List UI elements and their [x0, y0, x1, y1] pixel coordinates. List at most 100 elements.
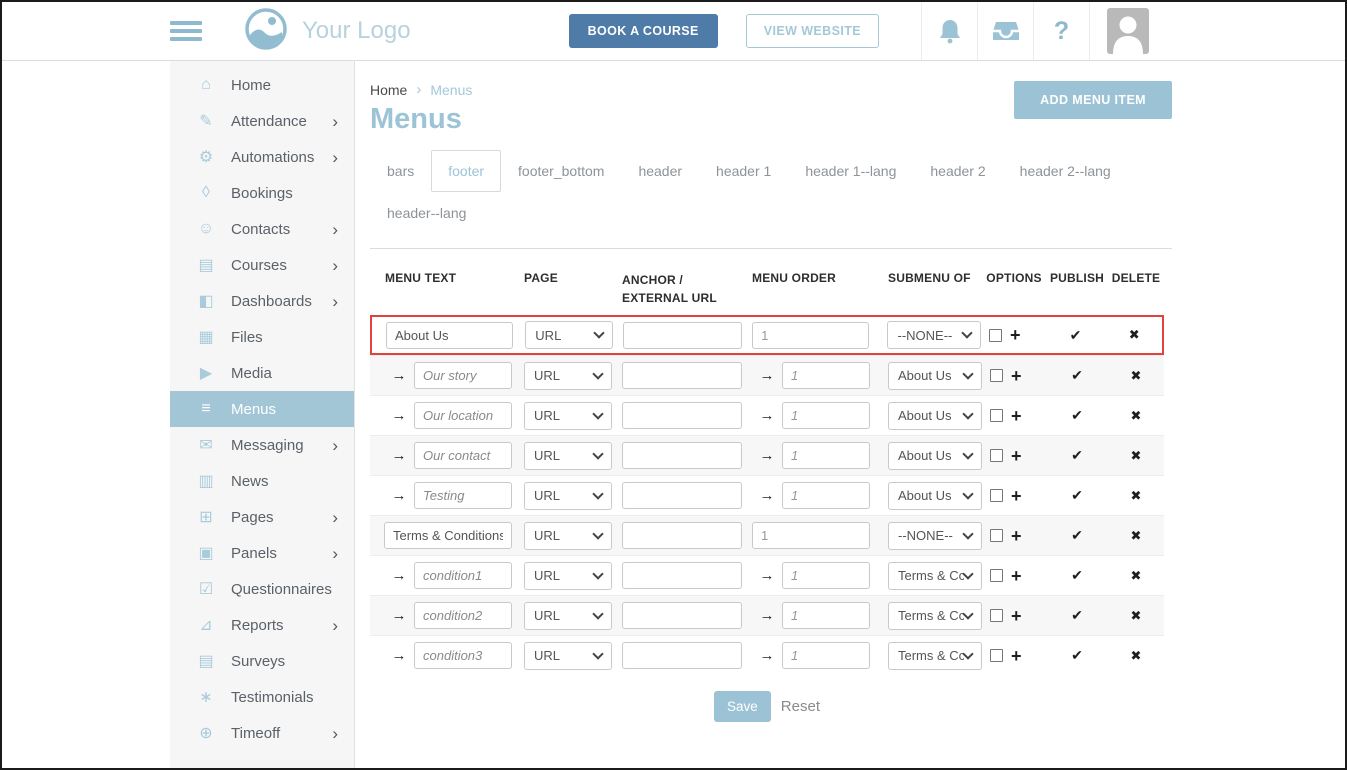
- add-option-icon[interactable]: +: [1011, 527, 1022, 545]
- page-select[interactable]: URL: [524, 482, 612, 510]
- reset-link[interactable]: Reset: [781, 698, 820, 715]
- tab-header-1-lang[interactable]: header 1--lang: [788, 150, 913, 192]
- sidebar-item-questionnaires[interactable]: ☑Questionnaires: [170, 571, 354, 607]
- add-option-icon[interactable]: +: [1011, 607, 1022, 625]
- menu-text-input[interactable]: [414, 642, 512, 669]
- options-checkbox[interactable]: [990, 649, 1003, 662]
- submenu-of-select[interactable]: Terms & Cc: [888, 642, 982, 670]
- anchor-url-input[interactable]: [622, 562, 742, 589]
- tab-header-2-lang[interactable]: header 2--lang: [1003, 150, 1128, 192]
- delete-icon[interactable]: ✖: [1108, 448, 1164, 464]
- delete-icon[interactable]: ✖: [1108, 488, 1164, 504]
- page-select[interactable]: URL: [524, 442, 612, 470]
- save-button[interactable]: Save: [714, 691, 771, 722]
- sidebar-item-media[interactable]: ▶Media: [170, 355, 354, 391]
- add-option-icon[interactable]: +: [1011, 567, 1022, 585]
- tab-header-1[interactable]: header 1: [699, 150, 788, 192]
- hamburger-menu-icon[interactable]: [170, 17, 202, 45]
- anchor-url-input[interactable]: [622, 642, 742, 669]
- sidebar-item-reports[interactable]: ⊿Reports›: [170, 607, 354, 643]
- tab-header[interactable]: header: [621, 150, 699, 192]
- delete-icon[interactable]: ✖: [1108, 528, 1164, 544]
- submenu-of-select[interactable]: About Us: [888, 402, 982, 430]
- anchor-url-input[interactable]: [622, 602, 742, 629]
- tab-header-2[interactable]: header 2: [913, 150, 1002, 192]
- sidebar-item-news[interactable]: ▥News: [170, 463, 354, 499]
- sidebar-item-surveys[interactable]: ▤Surveys: [170, 643, 354, 679]
- submenu-of-select[interactable]: Terms & Cc: [888, 602, 982, 630]
- publish-check-icon[interactable]: ✔: [1046, 367, 1108, 384]
- sidebar-item-home[interactable]: ⌂Home: [170, 67, 354, 103]
- page-select[interactable]: URL: [524, 642, 612, 670]
- publish-check-icon[interactable]: ✔: [1046, 527, 1108, 544]
- tab-footer-bottom[interactable]: footer_bottom: [501, 150, 621, 192]
- page-select[interactable]: URL: [524, 602, 612, 630]
- delete-icon[interactable]: ✖: [1108, 608, 1164, 624]
- menu-text-input[interactable]: [414, 362, 512, 389]
- submenu-of-select[interactable]: Terms & Cc: [888, 562, 982, 590]
- menu-order-input[interactable]: [752, 322, 869, 349]
- menu-order-input[interactable]: [782, 562, 870, 589]
- notifications-bell-icon[interactable]: [921, 2, 977, 60]
- options-checkbox[interactable]: [990, 569, 1003, 582]
- submenu-of-select[interactable]: --NONE--: [887, 321, 980, 349]
- sidebar-item-bookings[interactable]: ◊Bookings: [170, 175, 354, 211]
- menu-order-input[interactable]: [782, 402, 870, 429]
- menu-order-input[interactable]: [752, 522, 870, 549]
- anchor-url-input[interactable]: [622, 402, 742, 429]
- publish-check-icon[interactable]: ✔: [1046, 607, 1108, 624]
- add-option-icon[interactable]: +: [1011, 407, 1022, 425]
- breadcrumb-home-link[interactable]: Home: [370, 82, 407, 98]
- sidebar-item-attendance[interactable]: ✎Attendance›: [170, 103, 354, 139]
- options-checkbox[interactable]: [989, 329, 1002, 342]
- sidebar-item-contacts[interactable]: ☺Contacts›: [170, 211, 354, 247]
- delete-icon[interactable]: ✖: [1108, 408, 1164, 424]
- delete-icon[interactable]: ✖: [1108, 648, 1164, 664]
- options-checkbox[interactable]: [990, 449, 1003, 462]
- page-select[interactable]: URL: [524, 562, 612, 590]
- submenu-of-select[interactable]: About Us: [888, 482, 982, 510]
- publish-check-icon[interactable]: ✔: [1045, 327, 1107, 344]
- delete-icon[interactable]: ✖: [1106, 327, 1162, 343]
- sidebar-item-messaging[interactable]: ✉Messaging›: [170, 427, 354, 463]
- menu-text-input[interactable]: [414, 482, 512, 509]
- menu-text-input[interactable]: [414, 402, 512, 429]
- page-select[interactable]: URL: [525, 321, 613, 349]
- anchor-url-input[interactable]: [622, 482, 742, 509]
- options-checkbox[interactable]: [990, 409, 1003, 422]
- publish-check-icon[interactable]: ✔: [1046, 407, 1108, 424]
- menu-order-input[interactable]: [782, 482, 870, 509]
- anchor-url-input[interactable]: [622, 362, 742, 389]
- anchor-url-input[interactable]: [622, 522, 742, 549]
- options-checkbox[interactable]: [990, 489, 1003, 502]
- menu-text-input[interactable]: [384, 522, 512, 549]
- menu-text-input[interactable]: [414, 562, 512, 589]
- book-a-course-button[interactable]: BOOK A COURSE: [569, 14, 718, 48]
- add-option-icon[interactable]: +: [1011, 367, 1022, 385]
- tab-footer[interactable]: footer: [431, 150, 501, 192]
- anchor-url-input[interactable]: [622, 442, 742, 469]
- options-checkbox[interactable]: [990, 369, 1003, 382]
- help-icon[interactable]: ?: [1033, 2, 1089, 60]
- sidebar-item-automations[interactable]: ⚙Automations›: [170, 139, 354, 175]
- page-select[interactable]: URL: [524, 362, 612, 390]
- menu-text-input[interactable]: [414, 442, 512, 469]
- sidebar-item-panels[interactable]: ▣Panels›: [170, 535, 354, 571]
- sidebar-item-timeoff[interactable]: ⊕Timeoff›: [170, 715, 354, 751]
- sidebar-item-menus[interactable]: ≡Menus: [170, 391, 354, 427]
- tab-bars[interactable]: bars: [370, 150, 431, 192]
- menu-text-input[interactable]: [386, 322, 513, 349]
- add-option-icon[interactable]: +: [1010, 326, 1021, 344]
- delete-icon[interactable]: ✖: [1108, 368, 1164, 384]
- publish-check-icon[interactable]: ✔: [1046, 487, 1108, 504]
- options-checkbox[interactable]: [990, 609, 1003, 622]
- view-website-button[interactable]: VIEW WEBSITE: [746, 14, 879, 48]
- menu-order-input[interactable]: [782, 442, 870, 469]
- menu-order-input[interactable]: [782, 362, 870, 389]
- tab-header-lang[interactable]: header--lang: [370, 192, 483, 234]
- user-avatar[interactable]: [1089, 2, 1165, 60]
- publish-check-icon[interactable]: ✔: [1046, 567, 1108, 584]
- add-option-icon[interactable]: +: [1011, 487, 1022, 505]
- submenu-of-select[interactable]: About Us: [888, 442, 982, 470]
- submenu-of-select[interactable]: --NONE--: [888, 522, 982, 550]
